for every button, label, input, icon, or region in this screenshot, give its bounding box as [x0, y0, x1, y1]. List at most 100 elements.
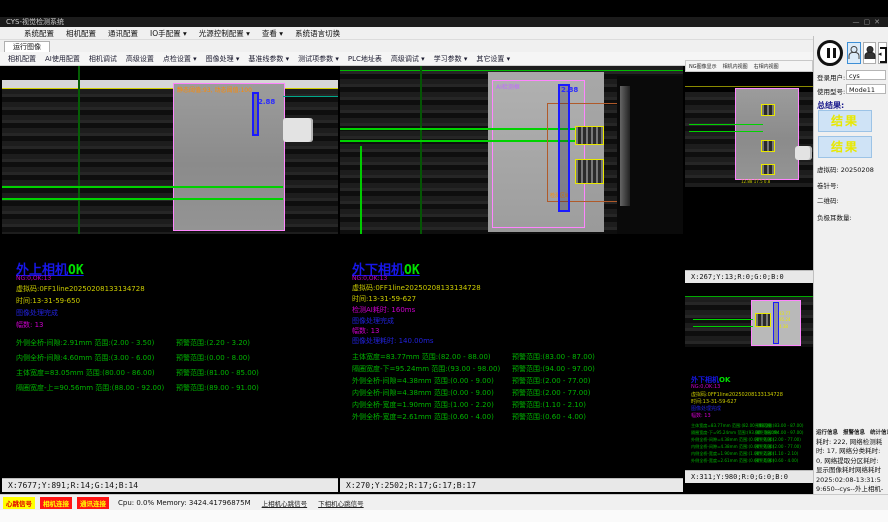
middle-ai-label: AI检测框: [496, 82, 520, 91]
small-bottom-weld-box: [755, 313, 771, 327]
middle-barcode: 虚拟码:0FF1line20250208133134728: [352, 283, 481, 293]
menu-item-language[interactable]: 系统语言切换: [295, 28, 340, 39]
toolbar-camera-debug[interactable]: 相机调试: [89, 54, 117, 64]
middle-result-ok: OK: [404, 263, 420, 278]
tab-camera-view[interactable]: 相机内视图: [723, 63, 748, 70]
model-field[interactable]: Mode11: [846, 84, 886, 94]
small-bottom-green-line-1: [693, 319, 753, 320]
middle-frames: 幅数: 13: [352, 326, 380, 336]
small-top-connector: [795, 146, 812, 160]
toolbar-spot-check[interactable]: 点检设置 ▾: [163, 54, 197, 64]
status-bar: 心跳信号 相机连接 通讯连接 Cpu: 0.0% Memory: 3424.41…: [0, 494, 888, 510]
pause-button[interactable]: [817, 40, 843, 66]
left-measure-row: 隔圈宽度-上=90.56mm 范围:(88.00 - 92.00)预警范围:(8…: [16, 383, 164, 393]
toolbar-learning-params[interactable]: 学习参数 ▾: [434, 54, 468, 64]
camera-connect-badge: 相机连接: [40, 497, 72, 509]
needle-label: 卷针号:: [817, 180, 839, 190]
small-bottom-row: 外侧全桥-间隙=4.38mm 范围:(0.00 - 9.00)预警范围:(2.0…: [691, 437, 774, 443]
window-bottom-edge: [0, 510, 888, 522]
middle-weld-box-2: [575, 159, 604, 184]
middle-camera-viewport[interactable]: AI检测框 检测区域 2.88 外下相机OK NG:0,OK:13 虚拟码:0F…: [340, 66, 683, 478]
left-result-ok: OK: [68, 263, 84, 278]
login-user-field[interactable]: cys: [846, 70, 886, 80]
minimize-icon[interactable]: —: [853, 18, 864, 26]
left-measure-label: 2.88: [258, 98, 275, 106]
menu-item-io-config[interactable]: IO手配置 ▾: [150, 28, 187, 39]
heartbeat-badge: 心跳信号: [3, 497, 35, 509]
logout-button[interactable]: ◂: [878, 42, 887, 64]
left-measure-row: 主体宽度=83.05mm 范围:(80.00 - 86.00)预警范围:(81.…: [16, 368, 155, 378]
toolbar-ai-config[interactable]: AI使用配置: [45, 54, 80, 64]
left-scene-lightband: [2, 80, 338, 88]
middle-scene-metal-strip: [620, 86, 630, 206]
tab-ng-image[interactable]: NG图像显示: [689, 63, 717, 70]
small-bottom-time: 时间:13-31-59-627: [691, 398, 737, 405]
left-panel-statusbar: X:7677;Y:891;R:14;G:14;B:14: [2, 478, 338, 492]
middle-ai-time: 检测AI耗时: 160ms: [352, 305, 415, 315]
toolbar-image-processing[interactable]: 图像处理 ▾: [206, 54, 240, 64]
left-camera-viewport[interactable]: 静态阈值:93, 动态阈值:100 2.88 外上相机OK NG:0,OK:13…: [2, 66, 338, 478]
toolbar-camera-config[interactable]: 相机配置: [8, 54, 36, 64]
middle-measure-row: 主体宽度=83.77mm 范围:(82.00 - 88.00)预警范围:(83.…: [352, 352, 491, 362]
small-top-green-line-1: [689, 124, 763, 125]
menu-item-camera-config[interactable]: 相机配置: [66, 28, 96, 39]
result-box-upper: 结果: [818, 110, 872, 132]
small-bottom-row: 外侧全桥-宽度=2.61mm 范围:(0.60 - 4.00)预警范围:(0.6…: [691, 458, 774, 464]
middle-result-sub: NG:0,OK:13: [352, 275, 387, 282]
middle-measure-row: 外侧全桥-宽度=2.61mm 范围:(0.60 - 4.00)预警范围:(0.6…: [352, 412, 494, 422]
lower-camera-heartbeat-link[interactable]: 下相机心跳信号: [318, 498, 364, 508]
window-titlebar: CYS-视觉检测系统: [0, 17, 888, 27]
left-frames: 幅数: 13: [16, 320, 44, 330]
user-switch-button[interactable]: [863, 42, 876, 64]
small-bottom-frames: 幅数: 13: [691, 412, 711, 419]
upper-camera-heartbeat-link[interactable]: 上相机心跳信号: [262, 498, 308, 508]
cpu-memory-text: Cpu: 0.0% Memory: 3424.41796875M: [118, 499, 251, 507]
tab-alarm-info[interactable]: 报警信息: [843, 428, 865, 436]
small-bottom-green-line-2: [693, 326, 753, 327]
toolbar-plc-address[interactable]: PLC地址表: [348, 54, 382, 64]
tab-run-info[interactable]: 运行信息: [816, 428, 838, 436]
tab-right-camera-view[interactable]: 右相内视图: [754, 63, 779, 70]
small-bottom-annotation: 83.7795.244.38: [779, 311, 790, 330]
small-top-viewport[interactable]: 12.88 17.5 0.8: [685, 72, 813, 270]
comm-connect-badge: 通讯连接: [77, 497, 109, 509]
menu-item-light-config[interactable]: 光源控制配置 ▾: [199, 28, 250, 39]
left-scene-green-line-2: [2, 198, 283, 200]
toolbar-advanced-settings[interactable]: 高级设置: [126, 54, 154, 64]
left-scene-connector: [283, 118, 313, 142]
toolbar-baseline-params[interactable]: 基准线参数 ▾: [248, 54, 289, 64]
left-time: 时间:13-31-59-650: [16, 296, 80, 306]
maximize-icon[interactable]: ▢: [864, 18, 875, 26]
middle-scene-top-line: [340, 70, 683, 71]
menu-item-system-config[interactable]: 系统配置: [24, 28, 54, 39]
middle-measure-marker: [558, 84, 570, 212]
left-threshold-label: 静态阈值:93, 动态阈值:100: [177, 85, 252, 94]
tab-stats-info[interactable]: 统计信息: [870, 428, 888, 436]
small-top-green-line-2: [689, 131, 763, 132]
toolbar-test-params[interactable]: 测试项参数 ▾: [298, 54, 339, 64]
close-icon[interactable]: ✕: [874, 18, 884, 26]
small-bottom-row: 隔圈宽度-下=95.24mm 范围:(93.00 - 98.00)预警范围:(9…: [691, 430, 778, 436]
left-scene-green-line-1: [2, 186, 283, 188]
user-login-button[interactable]: [847, 42, 861, 64]
tab-count-label: 负极耳数量:: [817, 212, 852, 222]
menu-item-view[interactable]: 查看 ▾: [262, 28, 283, 39]
toolbar-advanced-debug[interactable]: 高级调试 ▾: [391, 54, 425, 64]
menu-item-comm-config[interactable]: 通讯配置: [108, 28, 138, 39]
toolbar-other-settings[interactable]: 其它设置 ▾: [476, 54, 510, 64]
small-bottom-row: 内侧全桥-间隙=4.38mm 范围:(0.00 - 9.00)预警范围:(2.0…: [691, 444, 774, 450]
middle-measure-row: 内侧全桥-宽度=1.90mm 范围:(1.00 - 2.20)预警范围:(1.1…: [352, 400, 494, 410]
small-bottom-viewport[interactable]: 83.7795.244.38 外下相机OK NG:0,OK:13 虚拟码:0FF…: [685, 283, 813, 470]
middle-measure-row: 内侧全桥-间隙=4.38mm 范围:(0.00 - 9.00)预警范围:(2.0…: [352, 388, 494, 398]
middle-scene-vline-1: [360, 146, 362, 234]
middle-measure-row: 外侧全桥-间隙=4.38mm 范围:(0.00 - 9.00)预警范围:(2.0…: [352, 376, 494, 386]
small-top-statusbar: X:267;Y:13;R:0;G:0;B:0: [685, 270, 813, 283]
menu-bar: 系统配置 相机配置 通讯配置 IO手配置 ▾ 光源控制配置 ▾ 查看 ▾ 系统语…: [0, 27, 888, 40]
result-box-lower: 结果: [818, 136, 872, 158]
small-top-weld-box-1: [761, 104, 775, 116]
model-label: 使用型号:: [817, 86, 845, 96]
small-bottom-green-top: [685, 296, 813, 297]
small-bottom-row: 内侧全桥-宽度=1.90mm 范围:(1.00 - 2.20)预警范围:(1.1…: [691, 451, 774, 457]
left-result-sub: NG:0,OK:13: [16, 275, 51, 282]
middle-weld-box-1: [575, 126, 604, 145]
